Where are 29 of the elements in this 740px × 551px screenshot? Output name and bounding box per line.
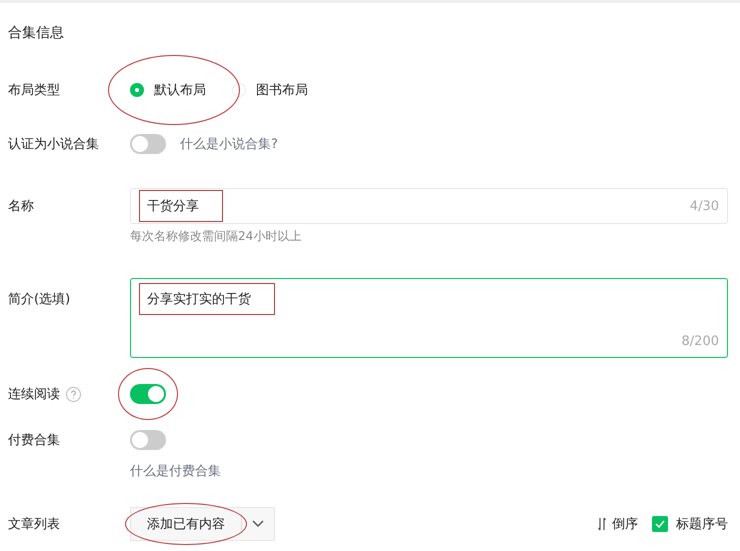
reverse-order-link[interactable]: 倒序 (612, 515, 638, 533)
field-label: 文章列表 (8, 516, 60, 533)
help-link[interactable]: 什么是付费合集 (130, 462, 221, 480)
check-icon (655, 520, 665, 528)
toggle-switch[interactable] (130, 430, 166, 450)
field-value: 干货分享 (147, 198, 199, 215)
checkbox-label: 标题序号 (676, 516, 728, 533)
sort-icon[interactable] (598, 517, 606, 531)
char-counter: 8/200 (682, 334, 719, 349)
checkbox[interactable] (652, 516, 668, 532)
layout-radio[interactable]: 图书布局 (232, 81, 308, 99)
field-label: 认证为小说合集 (8, 136, 99, 153)
field-value: 分享实打实的干货 (147, 291, 251, 308)
chevron-down-icon (252, 520, 264, 528)
field-label: 连续阅读 (8, 386, 60, 403)
field-label: 名称 (8, 198, 34, 215)
field-label: 布局类型 (8, 82, 60, 99)
intro-textarea[interactable]: 分享实打实的干货 8/200 (130, 278, 728, 358)
char-counter: 4/30 (690, 198, 719, 214)
name-field[interactable]: 干货分享 4/30 (130, 188, 728, 224)
section-title: 合集信息 (8, 24, 65, 43)
help-icon[interactable] (66, 386, 81, 402)
layout-radio[interactable]: 默认布局 (130, 81, 206, 99)
hint-text: 每次名称修改需间隔24小时以上 (130, 228, 302, 245)
field-label: 付费合集 (8, 432, 60, 449)
help-link[interactable]: 什么是小说合集? (180, 135, 278, 153)
toggle-switch[interactable] (130, 134, 166, 154)
toggle-switch[interactable] (130, 384, 166, 404)
field-label: 简介(选填) (8, 291, 70, 308)
